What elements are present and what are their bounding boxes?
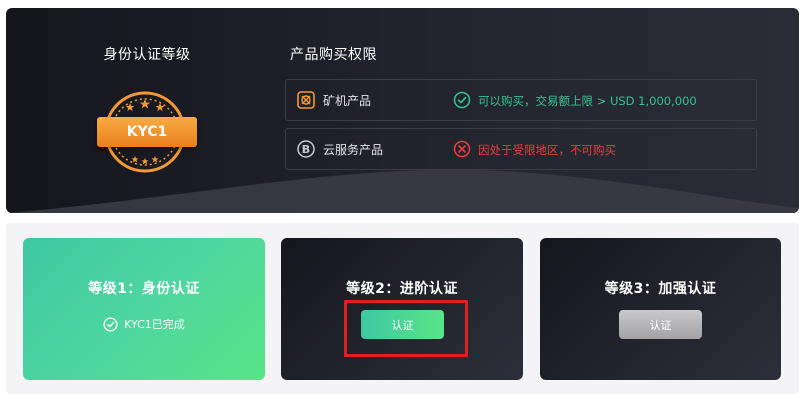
permission-status-text: 因处于受限地区，不可购买 xyxy=(478,143,616,157)
verify-button-enhanced[interactable]: 认证 xyxy=(619,310,702,339)
permission-product-name: 云服务产品 xyxy=(323,143,384,157)
completed-text: KYC1已完成 xyxy=(124,318,185,331)
permission-status-text: 可以购买，交易额上限 > USD 1,000,000 xyxy=(478,94,697,108)
level-title: 等级2：进阶认证 xyxy=(346,281,458,297)
completed-status: KYC1已完成 xyxy=(23,316,265,332)
level-card-enhanced: 等级3：加强认证 认证 xyxy=(540,238,781,380)
purchase-permission-title: 产品购买权限 xyxy=(290,47,377,63)
mining-icon xyxy=(297,91,315,109)
level-title: 等级1：身份认证 xyxy=(88,281,200,297)
kyc-badge: KYC1 xyxy=(90,86,200,178)
bitcoin-icon: B xyxy=(297,140,315,158)
permission-product-name: 矿机产品 xyxy=(323,94,372,108)
check-circle-icon xyxy=(103,316,118,332)
level-card-identity: 等级1：身份认证 KYC1已完成 xyxy=(23,238,265,380)
level-card-advanced: 等级2：进阶认证 认证 xyxy=(281,238,523,380)
level-title: 等级3：加强认证 xyxy=(604,281,717,297)
permission-row-cloud: B 云服务产品 因处于受限地区，不可购买 xyxy=(285,128,757,170)
permission-row-mining: 矿机产品 可以购买，交易额上限 > USD 1,000,000 xyxy=(285,79,757,121)
svg-text:B: B xyxy=(302,143,310,156)
kyc-level-badge: KYC1 xyxy=(97,117,197,147)
verify-button-advanced[interactable]: 认证 xyxy=(361,310,444,339)
check-circle-icon xyxy=(453,91,471,109)
kyc-level-title: 身份认证等级 xyxy=(103,47,191,63)
x-circle-icon xyxy=(453,140,471,158)
